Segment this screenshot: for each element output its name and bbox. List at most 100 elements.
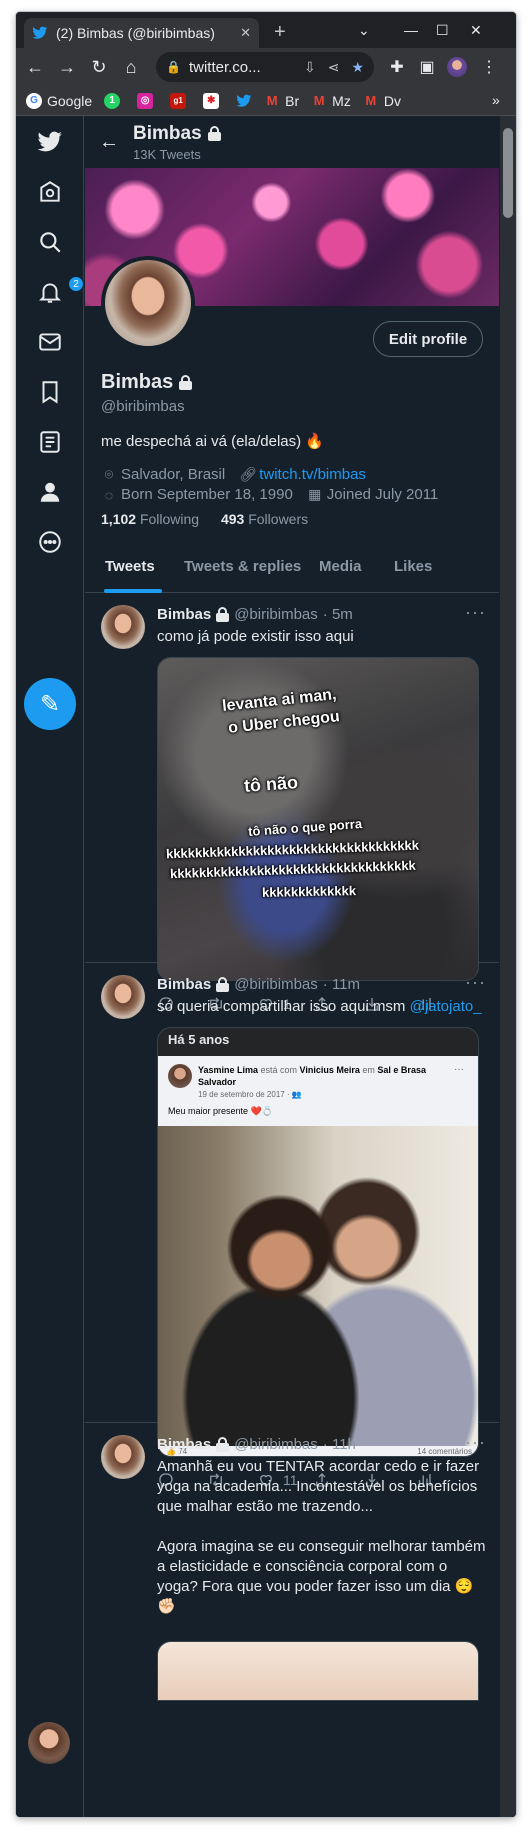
bookmark-7[interactable]: M Mz	[311, 93, 351, 109]
bookmark-0[interactable]: G Google	[26, 92, 92, 109]
profile-avatar[interactable]	[101, 256, 195, 350]
birthday-icon: ◌	[104, 486, 114, 503]
tweet-author-handle: @biribimbas	[234, 976, 318, 993]
fb-more-icon: ···	[454, 1064, 464, 1075]
tweet-author-handle: @biribimbas	[234, 606, 318, 623]
instagram-icon: ◎	[137, 92, 154, 109]
scrollbar[interactable]	[500, 116, 516, 1817]
gmail-icon: M	[365, 93, 377, 108]
install-icon[interactable]: ⇩	[304, 59, 316, 76]
fb-friend: Vinicius Meira	[299, 1065, 360, 1075]
browser-menu-icon[interactable]: ⋮	[474, 52, 504, 82]
tweet-text: Amanhã eu vou TENTAR acordar cedo e ir f…	[157, 1458, 486, 1615]
following-link[interactable]: 1,102 Following	[101, 511, 199, 527]
tweet[interactable]: Bimbas @biribimbas · 11m ··· só queria c…	[85, 963, 499, 1488]
bookmark-2[interactable]: ◎	[137, 92, 158, 109]
back-arrow-icon[interactable]: ←	[85, 131, 133, 154]
scrollbar-thumb[interactable]	[503, 128, 513, 218]
close-tab-icon[interactable]: ✕	[240, 25, 251, 41]
lists-icon[interactable]	[34, 426, 66, 458]
compose-tweet-button[interactable]: ✎	[24, 678, 76, 730]
bookmark-6[interactable]: M Br	[264, 93, 299, 109]
lock-icon	[207, 126, 221, 141]
tweet[interactable]: Bimbas @biribimbas · 11h ··· Amanhã eu v…	[85, 1423, 499, 1817]
reload-icon[interactable]: ↻	[84, 52, 114, 82]
tweet-time[interactable]: · 11m	[323, 976, 360, 993]
profile-birthday: Born September 18, 1990	[121, 486, 293, 503]
bookmark-8[interactable]: M Dv	[363, 93, 401, 109]
tweet-author-name[interactable]: Bimbas	[157, 976, 211, 993]
lock-icon	[179, 375, 193, 390]
tweet-avatar[interactable]	[101, 605, 145, 649]
maximize-icon[interactable]: ☐	[436, 22, 449, 39]
home-icon[interactable]: ⌂	[116, 52, 146, 82]
profile-main: ← Bimbas 13K Tweets Edit profile Bimbas …	[85, 116, 499, 1817]
back-icon[interactable]: ←	[20, 52, 50, 82]
edit-profile-button[interactable]: Edit profile	[373, 321, 483, 357]
more-bookmarks-icon[interactable]: »	[492, 92, 500, 108]
tweet-more-icon[interactable]: ···	[465, 1432, 486, 1453]
tab-tweets[interactable]: Tweets	[105, 540, 155, 593]
tweet-time[interactable]: · 11h	[323, 1436, 356, 1453]
profile-tabs: Tweets Tweets & replies Media Likes	[85, 540, 499, 593]
followers-label: Followers	[248, 511, 309, 527]
share-icon[interactable]: ⋖	[328, 59, 340, 76]
tweet-time[interactable]: · 5m	[323, 606, 353, 623]
tweet-mention-link[interactable]: @jatojato_	[410, 998, 482, 1015]
tab-tweets-replies[interactable]: Tweets & replies	[184, 540, 301, 593]
tweet[interactable]: Bimbas @biribimbas · 5m ··· como já pode…	[85, 593, 499, 1012]
home-icon[interactable]	[34, 176, 66, 208]
tweet-more-icon[interactable]: ···	[465, 972, 486, 993]
bookmark-3[interactable]: g1	[170, 92, 191, 109]
bookmark-4[interactable]: ✱	[203, 92, 224, 109]
profile-handle: @biribimbas	[101, 398, 185, 415]
following-label: Following	[139, 511, 200, 527]
notification-badge: 2	[68, 276, 84, 292]
twitter-logo-icon[interactable]	[34, 126, 66, 158]
extensions-icon[interactable]: ✚	[382, 52, 412, 82]
tab-search-icon[interactable]: ⌄	[358, 22, 370, 39]
tweet-more-icon[interactable]: ···	[465, 602, 486, 623]
address-bar[interactable]: 🔒 twitter.co... ⇩ ⋖ ★	[156, 52, 374, 82]
profile-joined: Joined July 2011	[326, 486, 439, 503]
bookmarks-icon[interactable]	[34, 376, 66, 408]
fb-at: em	[359, 1065, 378, 1075]
close-window-icon[interactable]: ✕	[470, 22, 482, 39]
tab-title: (2) Bimbas (@biribimbas)	[56, 25, 215, 41]
tweet-media-image[interactable]: levanta ai man, o Uber chegou tô não tô …	[157, 657, 479, 981]
tab-media[interactable]: Media	[319, 540, 362, 593]
gmail-icon: M	[266, 93, 278, 108]
tweet-author-name[interactable]: Bimbas	[157, 1436, 211, 1453]
profile-website-link[interactable]: twitch.tv/bimbas	[259, 466, 366, 483]
forward-icon[interactable]: →	[52, 52, 82, 82]
account-avatar[interactable]	[28, 1722, 70, 1764]
browser-toolbar: ← → ↻ ⌂ 🔒 twitter.co... ⇩ ⋖ ★ ✚ ▣ ⋮	[16, 48, 516, 86]
browser-tab[interactable]: (2) Bimbas (@biribimbas) ✕	[24, 18, 259, 48]
tweet-avatar[interactable]	[101, 1435, 145, 1479]
profile-icon[interactable]	[34, 476, 66, 508]
meme-caption-7: kkkkkkkkkkkkk	[261, 883, 357, 900]
fb-author: Yasmine Lima	[198, 1065, 259, 1075]
bookmark-star-icon[interactable]: ★	[351, 59, 364, 76]
explore-icon[interactable]	[34, 226, 66, 258]
fb-couple-photo	[158, 1126, 478, 1446]
messages-icon[interactable]	[34, 326, 66, 358]
more-options-icon[interactable]	[34, 526, 66, 558]
bookmark-1[interactable]: 1	[104, 92, 125, 109]
bookmark-5[interactable]	[236, 93, 252, 109]
tweet-author-name[interactable]: Bimbas	[157, 606, 211, 623]
tab-likes[interactable]: Likes	[394, 540, 432, 593]
meme-caption-4: tô não o que porra	[247, 816, 363, 839]
lock-icon	[216, 607, 230, 622]
new-tab-icon[interactable]: +	[274, 22, 286, 42]
notifications-icon[interactable]: 2	[34, 276, 84, 308]
followers-link[interactable]: 493 Followers	[221, 511, 308, 527]
bookmarks-bar: G Google 1 ◎ g1 ✱ M Br M Mz M Dv »	[16, 86, 516, 116]
profile-avatar-icon[interactable]	[442, 52, 472, 82]
tweet-media-image[interactable]: Há 5 anos Yasmine Lima está com Vinicius…	[157, 1027, 479, 1457]
tweet-media-image[interactable]	[157, 1641, 479, 1701]
minimize-icon[interactable]: —	[404, 22, 418, 38]
side-panel-icon[interactable]: ▣	[412, 52, 442, 82]
followers-count: 493	[220, 511, 245, 527]
tweet-avatar[interactable]	[101, 975, 145, 1019]
